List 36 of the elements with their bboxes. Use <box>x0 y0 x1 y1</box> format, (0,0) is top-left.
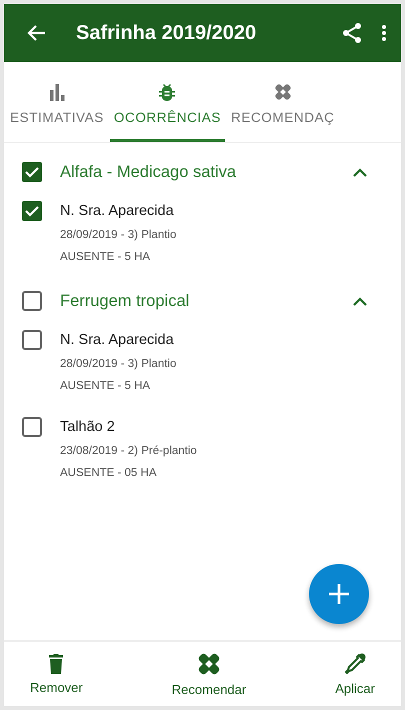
checkbox[interactable] <box>22 291 42 311</box>
back-arrow-icon[interactable] <box>26 24 46 42</box>
bandage-icon <box>197 652 221 676</box>
checkbox[interactable] <box>22 417 42 437</box>
plus-icon <box>328 583 350 605</box>
trash-icon <box>48 654 64 674</box>
item-status: AUSENTE - 5 HA <box>60 250 152 265</box>
add-button[interactable] <box>309 564 369 624</box>
tab[interactable]: RECOMENDAÇ <box>227 62 339 142</box>
group-title: Alfafa - Medicago sativa <box>60 162 238 182</box>
tab[interactable]: OCORRÊNCIAS <box>110 62 225 142</box>
item-date: 28/09/2019 - 3) Plantio <box>60 357 176 372</box>
bug-icon <box>158 82 176 100</box>
checkbox[interactable] <box>22 201 42 221</box>
more-options-icon[interactable] <box>381 24 387 42</box>
bar-chart-icon <box>48 82 66 100</box>
chevron-up-icon[interactable] <box>353 296 367 306</box>
item-title: N. Sra. Aparecida <box>60 202 175 221</box>
action-button[interactable]: Aplicar <box>329 652 381 696</box>
action-button[interactable]: Recomendar <box>166 650 252 698</box>
item-title: Talhão 2 <box>60 418 116 437</box>
chevron-up-icon[interactable] <box>353 168 367 176</box>
screen-title: Safrinha 2019/2020 <box>76 22 258 44</box>
dropper-icon <box>344 652 366 674</box>
item-status: AUSENTE - 05 HA <box>60 466 158 481</box>
action-button[interactable]: Remover <box>24 652 89 696</box>
checkbox[interactable] <box>22 330 42 350</box>
item-status: AUSENTE - 5 HA <box>60 379 152 394</box>
item-title: N. Sra. Aparecida <box>60 331 175 350</box>
checkbox[interactable] <box>22 162 42 182</box>
item-date: 23/08/2019 - 2) Pré-plantio <box>60 444 197 459</box>
group-title: Ferrugem tropical <box>60 292 190 310</box>
tab[interactable]: ESTIMATIVAS <box>4 62 108 142</box>
share-icon[interactable] <box>341 22 363 44</box>
item-date: 28/09/2019 - 3) Plantio <box>60 228 176 243</box>
bandage-icon <box>274 82 292 100</box>
